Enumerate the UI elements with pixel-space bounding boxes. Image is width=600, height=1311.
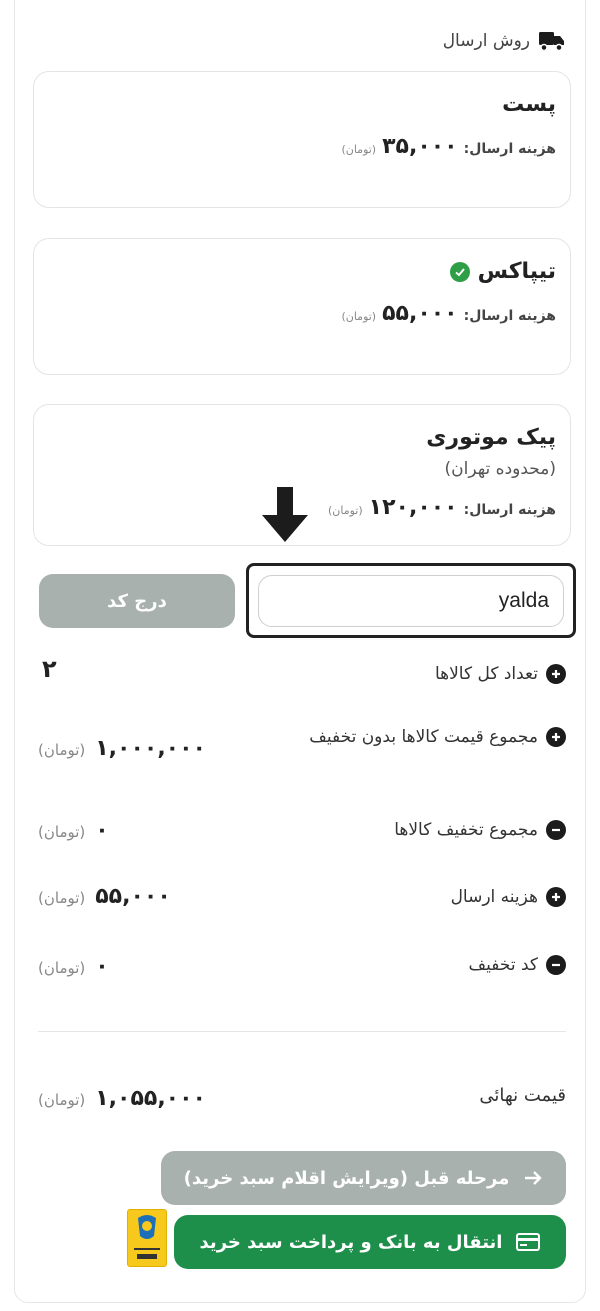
previous-step-button[interactable]: مرحله قبل (ویرایش اقلام سبد خرید) (161, 1151, 566, 1205)
shipping-option-title: پست (502, 92, 556, 117)
plus-circle-icon (546, 727, 566, 747)
shipping-method-header: روش ارسال (443, 26, 566, 56)
shipping-method-title: روش ارسال (442, 31, 530, 51)
down-arrow-icon (262, 487, 308, 542)
shipping-cost-value: ۵۵,۰۰۰ (382, 301, 458, 326)
coupon-code-input[interactable] (258, 575, 564, 627)
currency-label: (تومان) (38, 889, 86, 907)
previous-step-label: مرحله قبل (ویرایش اقلام سبد خرید) (183, 1167, 510, 1189)
items-discount-value: ۰ (95, 818, 109, 843)
credit-card-icon (516, 1233, 541, 1251)
currency-label: (تومان) (341, 310, 377, 323)
shipping-cost: هزینه ارسال: ۱۲۰,۰۰۰ (تومان) (328, 495, 556, 520)
total-items-value: ۲ (42, 655, 57, 683)
subtotal-value-row: ۱,۰۰۰,۰۰۰ (تومان) (38, 736, 206, 761)
shipping-option-subtitle: (محدوده تهران) (444, 459, 556, 479)
arrow-right-icon (525, 1171, 543, 1185)
shipping-cost-value: ۱۲۰,۰۰۰ (368, 495, 458, 520)
final-price-value: ۱,۰۵۵,۰۰۰ (95, 1086, 206, 1111)
final-price-row: ۱,۰۵۵,۰۰۰ (تومان) (38, 1086, 206, 1111)
shipping-cost-value: ۳۵,۰۰۰ (382, 134, 458, 159)
shipping-cost: هزینه ارسال: ۵۵,۰۰۰ (تومان) (341, 301, 556, 326)
coupon-discount-value-row: ۰ (تومان) (38, 954, 109, 979)
subtotal-value: ۱,۰۰۰,۰۰۰ (95, 736, 206, 761)
currency-label: (تومان) (38, 823, 86, 841)
coupon-discount-row: کد تخفیف (469, 950, 566, 980)
shipping-cost-row: هزینه ارسال (451, 882, 566, 912)
minus-circle-icon (546, 820, 566, 840)
summary-divider (38, 1031, 566, 1032)
final-price-label: قیمت نهائی (479, 1085, 566, 1106)
shipping-option-post[interactable]: پست هزینه ارسال: ۳۵,۰۰۰ (تومان) (33, 71, 571, 208)
pay-button-label: انتقال به بانک و پرداخت سبد خرید (199, 1231, 503, 1253)
shipping-option-title: تیپاکس (449, 259, 556, 284)
minus-circle-icon (546, 955, 566, 975)
currency-label: (تومان) (38, 959, 86, 977)
plus-circle-icon (546, 887, 566, 907)
total-items-row: تعداد کل کالاها (435, 659, 566, 689)
trust-seal-icon (134, 1215, 160, 1259)
shipping-cost-value-row: ۵۵,۰۰۰ (تومان) (38, 884, 171, 909)
shipping-cost: هزینه ارسال: ۳۵,۰۰۰ (تومان) (341, 134, 556, 159)
items-discount-value-row: ۰ (تومان) (38, 818, 109, 843)
currency-label: (تومان) (38, 1091, 86, 1109)
currency-label: (تومان) (328, 504, 363, 517)
currency-label: (تومان) (341, 143, 377, 156)
truck-icon (539, 32, 564, 52)
coupon-discount-value: ۰ (95, 954, 109, 979)
pay-button[interactable]: انتقال به بانک و پرداخت سبد خرید (174, 1215, 566, 1269)
currency-label: (تومان) (38, 741, 86, 759)
subtotal-row: مجموع قیمت کالاها بدون تخفیف (309, 722, 566, 752)
shipping-option-title: پیک موتوری (426, 425, 556, 450)
shipping-option-tipax[interactable]: تیپاکس هزینه ارسال: ۵۵,۰۰۰ (تومان) (33, 238, 571, 375)
check-circle-icon (449, 261, 470, 282)
summary-shipping-value: ۵۵,۰۰۰ (95, 884, 171, 909)
trust-badge-logo[interactable] (127, 1209, 167, 1267)
plus-circle-icon (546, 664, 566, 684)
apply-coupon-button[interactable]: درج کد (39, 574, 235, 628)
items-discount-row: مجموع تخفیف کالاها (394, 815, 566, 845)
